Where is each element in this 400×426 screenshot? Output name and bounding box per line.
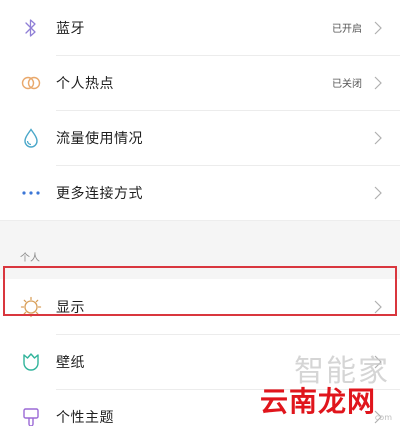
settings-row-label: 蓝牙 bbox=[56, 20, 85, 37]
section-header-personal: 个人 bbox=[0, 245, 400, 279]
settings-row-data-usage[interactable]: 流量使用情况 bbox=[0, 110, 400, 165]
settings-row-hotspot[interactable]: 个人热点 已关闭 bbox=[0, 55, 400, 110]
settings-row-label: 流量使用情况 bbox=[56, 130, 143, 147]
chevron-right-icon bbox=[372, 353, 384, 371]
chevron-right-icon bbox=[372, 184, 384, 202]
theme-brush-icon bbox=[20, 406, 42, 426]
hotspot-icon bbox=[20, 72, 42, 94]
chevron-right-icon bbox=[372, 129, 384, 147]
bluetooth-icon bbox=[20, 17, 42, 39]
chevron-right-icon bbox=[372, 408, 384, 426]
settings-row-label: 壁纸 bbox=[56, 354, 85, 371]
data-usage-icon bbox=[20, 127, 42, 149]
status-text: 已开启 bbox=[332, 24, 362, 35]
wallpaper-tulip-icon bbox=[20, 351, 42, 373]
chevron-right-icon bbox=[372, 298, 384, 316]
network-settings-group: 蓝牙 已开启 个人热点 已关闭 流量使用情况 更多连接方式 bbox=[0, 0, 400, 220]
settings-row-label: 显示 bbox=[56, 299, 85, 316]
settings-row-bluetooth[interactable]: 蓝牙 已开启 bbox=[0, 0, 400, 55]
settings-row-label: 个性主题 bbox=[56, 409, 114, 426]
settings-row-wallpaper[interactable]: 壁纸 bbox=[0, 334, 400, 389]
settings-row-label: 更多连接方式 bbox=[56, 185, 143, 202]
settings-row-label: 个人热点 bbox=[56, 75, 114, 92]
display-brightness-icon bbox=[20, 296, 42, 318]
more-dots-icon bbox=[20, 182, 42, 204]
settings-row-more-connections[interactable]: 更多连接方式 bbox=[0, 165, 400, 220]
section-divider bbox=[0, 220, 400, 245]
chevron-right-icon bbox=[372, 74, 384, 92]
settings-row-theme[interactable]: 个性主题 bbox=[0, 389, 400, 426]
status-text: 已关闭 bbox=[332, 79, 362, 90]
chevron-right-icon bbox=[372, 19, 384, 37]
personal-settings-group: 显示 壁纸 个性主题 bbox=[0, 279, 400, 426]
settings-row-display[interactable]: 显示 bbox=[0, 279, 400, 334]
